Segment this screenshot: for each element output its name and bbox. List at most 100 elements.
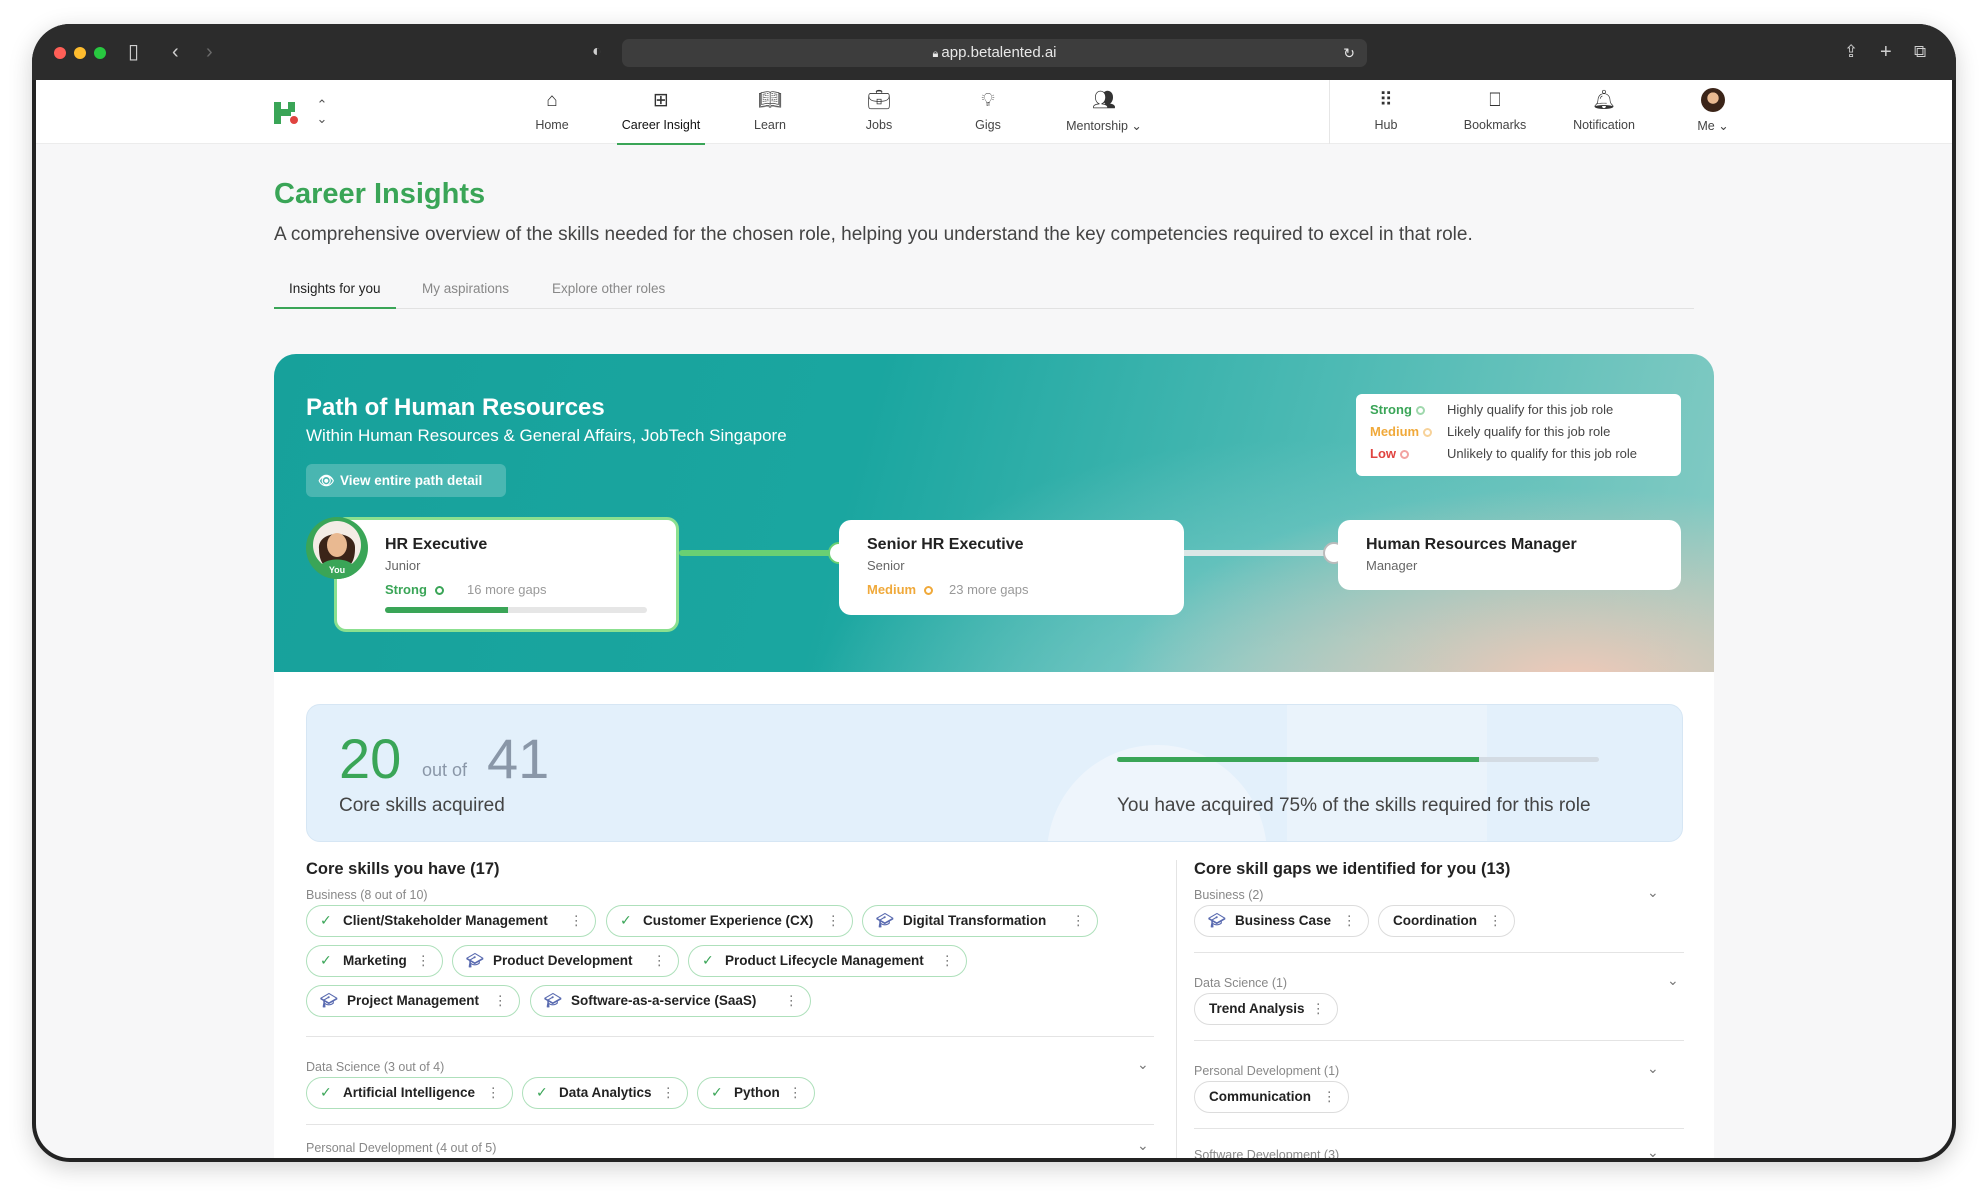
skills-summary-card: 20 out of 41 Core skills acquired You ha… — [306, 704, 1683, 842]
role-level: Junior — [385, 558, 421, 573]
tabs-overview-icon[interactable]: ⧉ — [1914, 40, 1926, 64]
skill-chip[interactable]: Communication ⋮ — [1194, 1081, 1349, 1113]
skill-chip[interactable]: ✓ Data Analytics ⋮ — [522, 1077, 688, 1109]
career-path-banner: Path of Human Resources Within Human Res… — [274, 354, 1714, 672]
role-level: Senior — [867, 558, 905, 573]
close-window-button[interactable] — [54, 47, 66, 59]
sidebar-toggle-icon[interactable]: ▯ — [128, 40, 139, 64]
chevron-down-icon[interactable]: ⌄ — [1667, 972, 1679, 989]
more-options-icon: ⋮ — [1342, 913, 1357, 928]
check-icon: ✓ — [320, 952, 332, 968]
eye-icon: 👁︎ — [318, 473, 335, 488]
more-options-icon: ⋮ — [1071, 913, 1086, 928]
decor-block — [1287, 705, 1487, 841]
group-divider — [306, 1036, 1154, 1037]
check-icon: ✓ — [320, 912, 332, 928]
group-label-personal-development: Personal Development (1) — [1194, 1064, 1340, 1078]
skills-total-count: 41 — [487, 727, 550, 790]
skills-summary-text: You have acquired 75% of the skills requ… — [1117, 795, 1591, 816]
role-gaps: 16 more gaps — [467, 582, 547, 597]
graduation-cap-icon: 🎓︎ — [466, 952, 484, 968]
skills-have-title: Core skills you have (17) — [306, 860, 500, 878]
reload-icon[interactable]: ↻ — [1343, 39, 1355, 67]
maximize-window-button[interactable] — [94, 47, 106, 59]
skill-chip[interactable]: ✓ Customer Experience (CX) ⋮ — [606, 905, 853, 937]
legend-medium: Medium Likely qualify for this job role — [1370, 424, 1611, 439]
user-avatar: You — [306, 517, 368, 579]
group-label-software-development: Software Development (3) — [1194, 1148, 1340, 1158]
address-bar[interactable]: 🔒︎ app.betalented.ai ↻ — [622, 39, 1367, 67]
skill-chip[interactable]: ✓ Artificial Intelligence ⋮ — [306, 1077, 513, 1109]
more-options-icon: ⋮ — [788, 1085, 803, 1100]
chevron-down-icon[interactable]: ⌄ — [1647, 1144, 1659, 1158]
more-options-icon: ⋮ — [1488, 913, 1503, 928]
group-divider — [306, 1124, 1154, 1125]
skill-chip[interactable]: Trend Analysis ⋮ — [1194, 993, 1338, 1025]
role-title: Senior HR Executive — [867, 536, 1024, 553]
skill-chip[interactable]: ✓ Product Lifecycle Management ⋮ — [688, 945, 967, 977]
skill-chip[interactable]: ✓ Marketing ⋮ — [306, 945, 443, 977]
more-options-icon: ⋮ — [486, 1085, 501, 1100]
low-ring-icon — [1400, 450, 1409, 459]
more-options-icon: ⋮ — [652, 953, 667, 968]
skill-chip[interactable]: 🎓︎ Product Development ⋮ — [452, 945, 679, 977]
view-path-detail-button[interactable]: 👁︎ View entire path detail — [306, 464, 506, 497]
new-tab-icon[interactable]: + — [1880, 40, 1892, 64]
more-options-icon: ⋮ — [569, 913, 584, 928]
role-title: Human Resources Manager — [1366, 536, 1577, 553]
legend-strong: Strong Highly qualify for this job role — [1370, 402, 1614, 417]
check-icon: ✓ — [702, 952, 714, 968]
chevron-down-icon[interactable]: ⌄ — [1647, 1060, 1659, 1077]
group-divider — [1194, 1040, 1684, 1041]
chevron-down-icon[interactable]: ⌄ — [1137, 1137, 1149, 1154]
more-options-icon: ⋮ — [784, 993, 799, 1008]
skill-chip[interactable]: 🎓︎ Business Case ⋮ — [1194, 905, 1369, 937]
group-label-data-science: Data Science (1) — [1194, 976, 1288, 990]
strong-ring-icon — [1415, 406, 1425, 415]
more-options-icon: ⋮ — [661, 1085, 676, 1100]
minimize-window-button[interactable] — [74, 47, 86, 59]
skill-chip[interactable]: 🎓︎ Project Management ⋮ — [306, 985, 520, 1017]
skill-chip[interactable]: Coordination ⋮ — [1378, 905, 1515, 937]
page-viewport: ⌃ ⌄ ⌂ Home ⊞ Career Insight 📖︎ Learn 💼︎ Jobs … — [36, 80, 1952, 1158]
group-label-data-science: Data Science (3 out of 4) — [306, 1060, 445, 1074]
forward-icon[interactable]: › — [206, 40, 213, 64]
group-divider — [1194, 952, 1684, 953]
role-title: HR Executive — [385, 536, 488, 553]
check-icon: ✓ — [320, 1084, 332, 1100]
skill-chip[interactable]: ✓ Client/Stakeholder Management ⋮ — [306, 905, 596, 937]
skill-chip[interactable]: ✓ Python ⋮ — [697, 1077, 815, 1109]
graduation-cap-icon: 🎓︎ — [320, 992, 338, 1008]
chevron-down-icon[interactable]: ⌄ — [1137, 1056, 1149, 1073]
chevron-down-icon[interactable]: ⌄ — [1647, 884, 1659, 901]
role-progress-bar — [385, 607, 647, 613]
skills-acquired-count: 20 — [339, 727, 402, 790]
skill-chip[interactable]: 🎓︎ Software-as-a-service (SaaS) ⋮ — [530, 985, 811, 1017]
role-card-senior-hr-executive[interactable]: Senior HR Executive Senior Medium 23 mor… — [839, 520, 1184, 615]
skills-out-of: out of — [422, 760, 468, 780]
role-gaps: 23 more gaps — [949, 582, 1029, 597]
role-match: Medium — [867, 582, 934, 597]
browser-window: ▯ ‹ › ◐ 🔒︎ app.betalented.ai ↻ ⇪ + ⧉ ⌃ ⌄ … — [32, 24, 1956, 1162]
role-card-hr-manager[interactable]: Human Resources Manager Manager — [1338, 520, 1681, 590]
shield-icon[interactable]: ◐ — [592, 40, 602, 64]
more-options-icon: ⋮ — [1322, 1089, 1337, 1104]
share-icon[interactable]: ⇪ — [1844, 40, 1858, 64]
skill-chip[interactable]: 🎓︎ Digital Transformation ⋮ — [862, 905, 1098, 937]
match-legend: Strong Highly qualify for this job role M… — [1356, 394, 1681, 476]
check-icon: ✓ — [536, 1084, 548, 1100]
role-level: Manager — [1366, 558, 1418, 573]
medium-ring-icon — [924, 586, 934, 595]
graduation-cap-icon: 🎓︎ — [876, 912, 894, 928]
chevron-down-icon: ⌄ — [1718, 119, 1729, 133]
strong-ring-icon — [434, 586, 444, 595]
more-options-icon: ⋮ — [493, 993, 508, 1008]
browser-titlebar: ▯ ‹ › ◐ 🔒︎ app.betalented.ai ↻ ⇪ + ⧉ — [32, 24, 1956, 80]
check-icon: ✓ — [711, 1084, 723, 1100]
medium-ring-icon — [1423, 428, 1433, 437]
more-options-icon: ⋮ — [416, 953, 431, 968]
legend-low: Low Unlikely to qualify for this job role — [1370, 446, 1638, 461]
role-card-hr-executive[interactable]: HR Executive Junior Strong 16 more gaps — [334, 517, 679, 632]
more-options-icon: ⋮ — [826, 913, 841, 928]
back-icon[interactable]: ‹ — [172, 40, 179, 64]
